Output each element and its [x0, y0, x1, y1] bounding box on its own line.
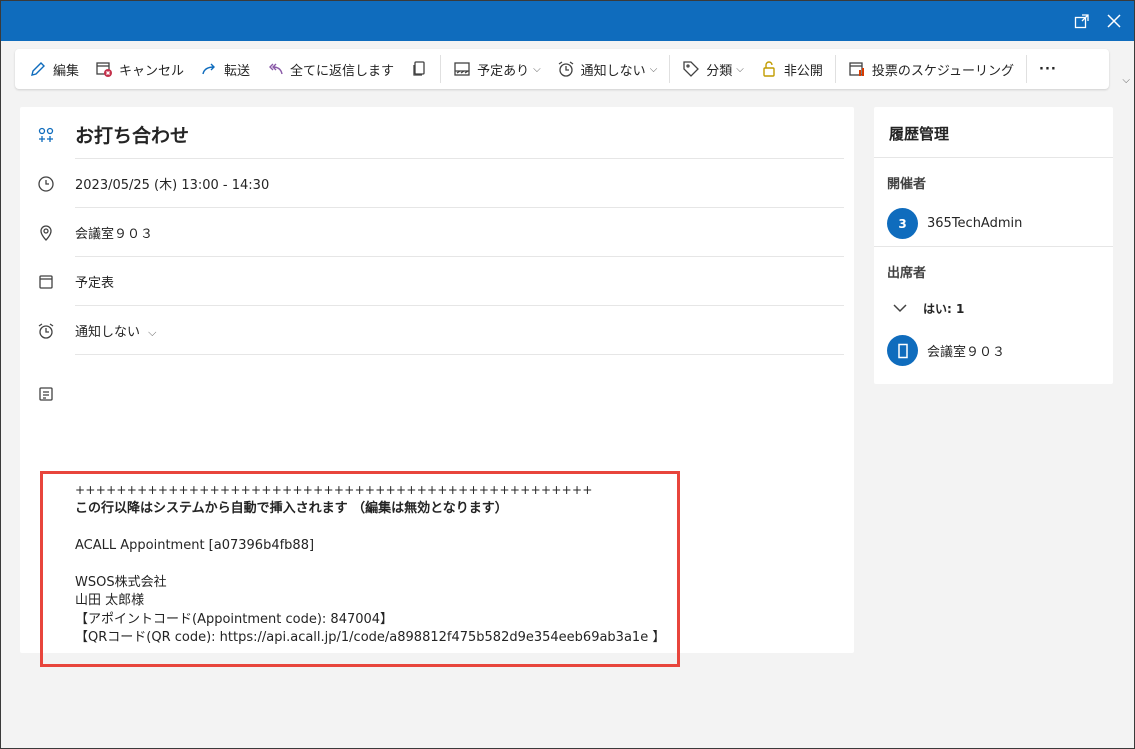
forward-button[interactable]: 転送: [192, 53, 258, 85]
chevron-down-icon: ⌵: [533, 63, 541, 75]
organizer-label: 開催者: [887, 177, 927, 192]
chevron-down-icon[interactable]: ⌵: [1122, 75, 1130, 86]
tracking-title: 履歴管理: [889, 125, 950, 143]
reply-all-label: 全てに返信します: [290, 63, 395, 79]
private-label: 非公開: [783, 63, 823, 79]
appointment-code-line: 【アポイントコード(Appointment code): 847004】: [75, 611, 394, 627]
show-as-label: 予定あり: [477, 63, 530, 79]
notice-line: この行以降はシステムから自動で挿入されます （編集は無効となります）: [75, 500, 508, 516]
tracking-panel: 履歴管理 開催者 3 365TechAdmin 出席者 はい: 1 会議室９０３: [874, 107, 1113, 384]
calendar-row: 予定表: [20, 257, 844, 306]
room-icon: [887, 335, 918, 366]
reply-all-button[interactable]: 全てに返信します: [258, 53, 402, 85]
attendee-person[interactable]: 会議室９０３: [887, 335, 1005, 366]
appointment-line: ACALL Appointment [a07396b4fb88]: [75, 537, 315, 553]
organizer-name: 365TechAdmin: [927, 216, 1023, 231]
pencil-icon: [29, 60, 47, 78]
event-window: 編集 キャンセル 転送 全てに返信します 予定あり ⌵ 通知しない ⌵ 分類 ⌵…: [0, 0, 1135, 749]
more-options-button[interactable]: ···: [1031, 53, 1065, 85]
divider: [874, 246, 1113, 247]
chevron-down-icon: ⌵: [736, 63, 744, 75]
event-body-text[interactable]: ++++++++++++++++++++++++++++++++++++++++…: [75, 481, 665, 648]
accepted-group-toggle[interactable]: はい: 1: [893, 300, 964, 317]
accepted-count: はい: 1: [923, 302, 965, 316]
reminder-dropdown[interactable]: 通知しない ⌵: [549, 53, 666, 85]
alarm-icon: [557, 60, 575, 78]
toolbar-divider: [834, 55, 836, 83]
avatar: 3: [887, 208, 918, 239]
busy-status-icon: [453, 60, 471, 78]
separator-line: ++++++++++++++++++++++++++++++++++++++++…: [75, 483, 593, 497]
popout-icon[interactable]: [1072, 11, 1092, 31]
lock-icon: [760, 60, 778, 78]
forward-icon: [200, 60, 218, 78]
toolbar-divider: [440, 55, 442, 83]
person-line: 山田 太郎様: [75, 593, 145, 608]
edit-button[interactable]: 編集: [21, 53, 87, 85]
chevron-down-icon: ⌵: [649, 63, 658, 75]
divider: [874, 157, 1113, 158]
event-location[interactable]: 会議室９０３: [75, 223, 153, 242]
copy-button[interactable]: [402, 53, 436, 85]
chevron-down-icon: [893, 302, 907, 316]
categorize-dropdown[interactable]: 分類 ⌵: [674, 53, 752, 85]
title-bar: [1, 1, 1134, 41]
edit-label: 編集: [53, 63, 80, 79]
event-datetime[interactable]: 2023/05/25 (木) 13:00 - 14:30: [75, 174, 269, 193]
reminder-row[interactable]: 通知しない ⌵: [20, 306, 844, 355]
calendar-cancel-icon: [95, 60, 113, 78]
toolbar-divider: [669, 55, 671, 83]
cancel-label: キャンセル: [119, 63, 185, 79]
reminder-value: 通知しない: [75, 325, 141, 340]
organizer-person[interactable]: 3 365TechAdmin: [887, 208, 1022, 239]
calendar-icon: [37, 273, 55, 291]
toolbar-divider: [1026, 55, 1027, 83]
close-icon[interactable]: [1104, 11, 1124, 31]
tag-icon: [682, 60, 700, 78]
reminder-label: 通知しない: [580, 63, 646, 79]
poll-label: 投票のスケジューリング: [871, 63, 1014, 79]
chevron-down-icon: ⌵: [148, 326, 157, 339]
notes-icon: [37, 385, 55, 403]
show-as-dropdown[interactable]: 予定あり ⌵: [445, 53, 549, 85]
qr-code-line: 【QRコード(QR code): https://api.acall.jp/1/…: [75, 630, 666, 645]
more-icon: ···: [1039, 61, 1057, 77]
scheduling-poll-button[interactable]: 投票のスケジューリング: [840, 53, 1022, 85]
clock-icon: [37, 175, 55, 193]
location-row: 会議室９０３: [20, 208, 844, 257]
title-row: お打ち合わせ: [20, 110, 844, 159]
command-toolbar: 編集 キャンセル 転送 全てに返信します 予定あり ⌵ 通知しない ⌵ 分類 ⌵…: [15, 49, 1109, 89]
event-title[interactable]: お打ち合わせ: [75, 121, 189, 148]
private-button[interactable]: 非公開: [752, 53, 831, 85]
event-reminder[interactable]: 通知しない ⌵: [75, 321, 157, 340]
alarm-icon: [37, 322, 55, 340]
forward-label: 転送: [224, 63, 251, 79]
reply-all-icon: [266, 60, 284, 78]
attendees-label: 出席者: [887, 266, 927, 281]
cancel-button[interactable]: キャンセル: [87, 53, 192, 85]
categorize-label: 分類: [706, 63, 733, 79]
notes-row: [20, 369, 844, 418]
event-calendar[interactable]: 予定表: [75, 272, 114, 291]
copy-icon: [410, 60, 428, 78]
company-line: WSOS株式会社: [75, 574, 167, 590]
datetime-row: 2023/05/25 (木) 13:00 - 14:30: [20, 159, 844, 208]
location-pin-icon: [37, 224, 55, 242]
poll-calendar-icon: [848, 60, 866, 78]
event-title-icon: [37, 126, 55, 144]
divider: [75, 354, 844, 355]
attendee-name: 会議室９０３: [927, 345, 1006, 360]
